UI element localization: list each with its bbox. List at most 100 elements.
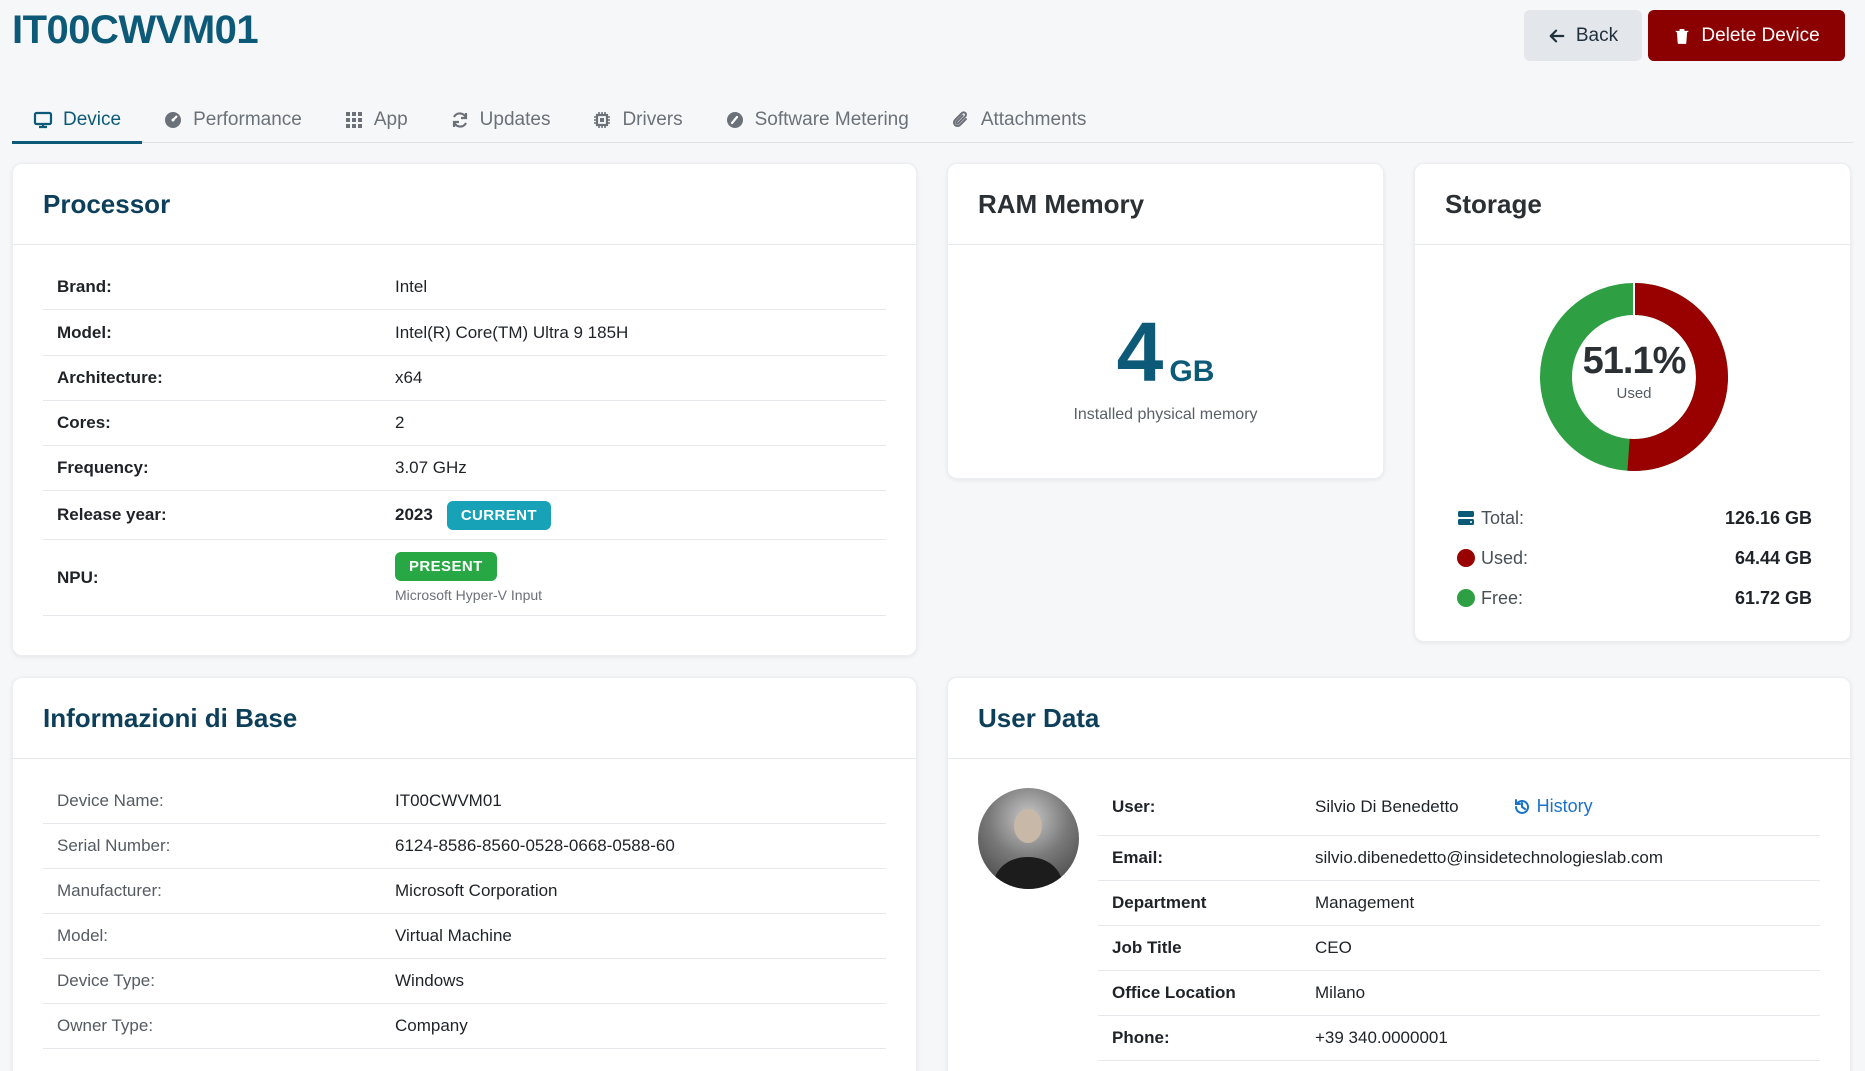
processor-value: Intel(R) Core(TM) Ultra 9 185H xyxy=(395,322,629,342)
user-name: Silvio Di Benedetto xyxy=(1315,796,1459,816)
release-year: 2023 xyxy=(395,505,433,524)
ram-unit: GB xyxy=(1169,355,1215,388)
tab-performance-label: Performance xyxy=(193,108,302,130)
legend-free: Free: 61.72 GB xyxy=(1457,578,1812,618)
current-badge: CURRENT xyxy=(446,500,551,530)
npu-value: PRESENT Microsoft Hyper-V Input xyxy=(395,552,542,603)
user-details: User: Silvio Di Benedetto History Email:… xyxy=(1098,778,1820,1061)
user-row: Department Management xyxy=(1098,881,1820,926)
tab-device-label: Device xyxy=(63,108,122,130)
basic-info-details: Device Name: IT00CWVM01 Serial Number: 6… xyxy=(43,779,886,1049)
processor-row: Release year: 2023 CURRENT xyxy=(43,491,886,540)
legend-used-key: Used: xyxy=(1457,548,1735,569)
tab-updates[interactable]: Updates xyxy=(429,96,572,143)
basic-info-row: Manufacturer: Microsoft Corporation xyxy=(43,869,886,914)
ram-title: RAM Memory xyxy=(948,164,1383,245)
basic-info-value: 6124-8586-8560-0528-0668-0588-60 xyxy=(395,836,675,855)
user-value: CEO xyxy=(1315,938,1352,957)
basic-info-key: Model: xyxy=(57,926,109,945)
ram-card: RAM Memory 4 GB Installed physical memory xyxy=(947,163,1384,479)
legend-free-label: Free: xyxy=(1481,587,1524,608)
donut-center: 51.1% Used xyxy=(1539,340,1729,402)
tab-software-metering-label: Software Metering xyxy=(754,108,909,130)
processor-row: Cores: 2 xyxy=(43,401,886,446)
legend-free-value: 61.72 GB xyxy=(1734,587,1812,608)
user-value: Milano xyxy=(1315,983,1366,1002)
history-link[interactable]: History xyxy=(1513,796,1593,817)
used-percent: 51.1% xyxy=(1582,340,1687,382)
processor-row: Frequency: 3.07 GHz xyxy=(43,446,886,491)
paperclip-icon xyxy=(952,110,967,127)
processor-value: 3.07 GHz xyxy=(395,458,467,477)
basic-info-title: Informazioni di Base xyxy=(13,678,916,759)
release-year-value: 2023 CURRENT xyxy=(395,500,551,530)
speedometer-icon xyxy=(726,111,743,128)
delete-button-label: Delete Device xyxy=(1701,24,1820,46)
user-value: silvio.dibenedetto@insidetechnologieslab… xyxy=(1315,848,1664,867)
basic-info-key: Device Type: xyxy=(57,971,155,990)
user-photo-icon xyxy=(992,809,1064,889)
processor-row: Model: Intel(R) Core(TM) Ultra 9 185H xyxy=(43,310,886,356)
user-value: +39 340.0000001 xyxy=(1315,1028,1448,1047)
storage-title: Storage xyxy=(1415,164,1850,245)
user-value: Management xyxy=(1315,893,1415,912)
legend-total-value: 126.16 GB xyxy=(1724,507,1812,528)
grid-icon xyxy=(345,111,362,128)
tab-app-label: App xyxy=(373,108,408,130)
page-title: IT00CWVM01 xyxy=(12,8,259,52)
tab-app[interactable]: App xyxy=(323,96,429,143)
tab-attachments[interactable]: Attachments xyxy=(930,96,1108,143)
legend-total-label: Total: xyxy=(1481,507,1525,528)
storage-donut: 51.1% Used xyxy=(1539,282,1729,472)
processor-details: Brand: Intel Model: Intel(R) Core(TM) Ul… xyxy=(43,265,886,616)
delete-device-button[interactable]: Delete Device xyxy=(1648,10,1845,61)
tab-attachments-label: Attachments xyxy=(980,108,1087,130)
user-key: User: xyxy=(1112,796,1156,816)
user-key: Phone: xyxy=(1112,1028,1170,1047)
basic-info-key: Owner Type: xyxy=(57,1016,154,1035)
processor-value: Intel xyxy=(395,277,428,296)
ram-value: 4 xyxy=(1116,305,1164,399)
legend-total: Total: 126.16 GB xyxy=(1457,498,1812,538)
basic-info-value: IT00CWVM01 xyxy=(395,791,502,810)
tab-software-metering[interactable]: Software Metering xyxy=(704,96,930,143)
used-dot-icon xyxy=(1457,549,1475,567)
basic-info-value: Microsoft Corporation xyxy=(395,881,558,900)
tab-device[interactable]: Device xyxy=(12,96,143,144)
processor-row: NPU: PRESENT Microsoft Hyper-V Input xyxy=(43,540,886,616)
tab-performance[interactable]: Performance xyxy=(142,96,323,143)
refresh-icon xyxy=(452,111,467,128)
user-key: Job Title xyxy=(1112,938,1182,957)
tab-drivers[interactable]: Drivers xyxy=(571,96,703,143)
processor-row: Brand: Intel xyxy=(43,265,886,310)
basic-info-key: Manufacturer: xyxy=(57,881,162,900)
user-row: Email: silvio.dibenedetto@insidetechnolo… xyxy=(1098,836,1820,881)
basic-info-row: Owner Type: Company xyxy=(43,1004,886,1049)
npu-description: Microsoft Hyper-V Input xyxy=(395,587,543,603)
legend-total-key: Total: xyxy=(1457,508,1725,529)
basic-info-value: Company xyxy=(395,1016,468,1035)
present-badge: PRESENT xyxy=(395,552,497,581)
top-actions: Back Delete Device xyxy=(1524,10,1845,61)
storage-card: Storage 51.1% Used Total: 126.16 GB Used… xyxy=(1414,163,1851,642)
legend-free-key: Free: xyxy=(1457,588,1735,609)
user-key: Email: xyxy=(1112,848,1164,867)
back-button[interactable]: Back xyxy=(1524,10,1642,61)
processor-key: Frequency: xyxy=(57,458,149,477)
processor-key: Architecture: xyxy=(57,368,163,387)
user-row: Office Location Milano xyxy=(1098,971,1820,1016)
basic-info-row: Device Name: IT00CWVM01 xyxy=(43,779,886,824)
processor-row: Architecture: x64 xyxy=(43,356,886,401)
processor-title: Processor xyxy=(13,164,916,245)
basic-info-value: Virtual Machine xyxy=(395,926,512,945)
processor-value: x64 xyxy=(395,368,423,387)
basic-info-value: Windows xyxy=(395,971,464,990)
processor-key: NPU: xyxy=(57,567,99,587)
history-icon xyxy=(1514,798,1529,814)
processor-key: Brand: xyxy=(57,277,112,296)
trash-icon xyxy=(1676,28,1689,44)
ram-amount: 4 GB xyxy=(948,304,1383,401)
back-button-label: Back xyxy=(1575,24,1619,46)
basic-info-key: Serial Number: xyxy=(57,836,171,855)
user-data-card: User Data User: Silvio Di Benedetto Hist… xyxy=(947,677,1851,1071)
